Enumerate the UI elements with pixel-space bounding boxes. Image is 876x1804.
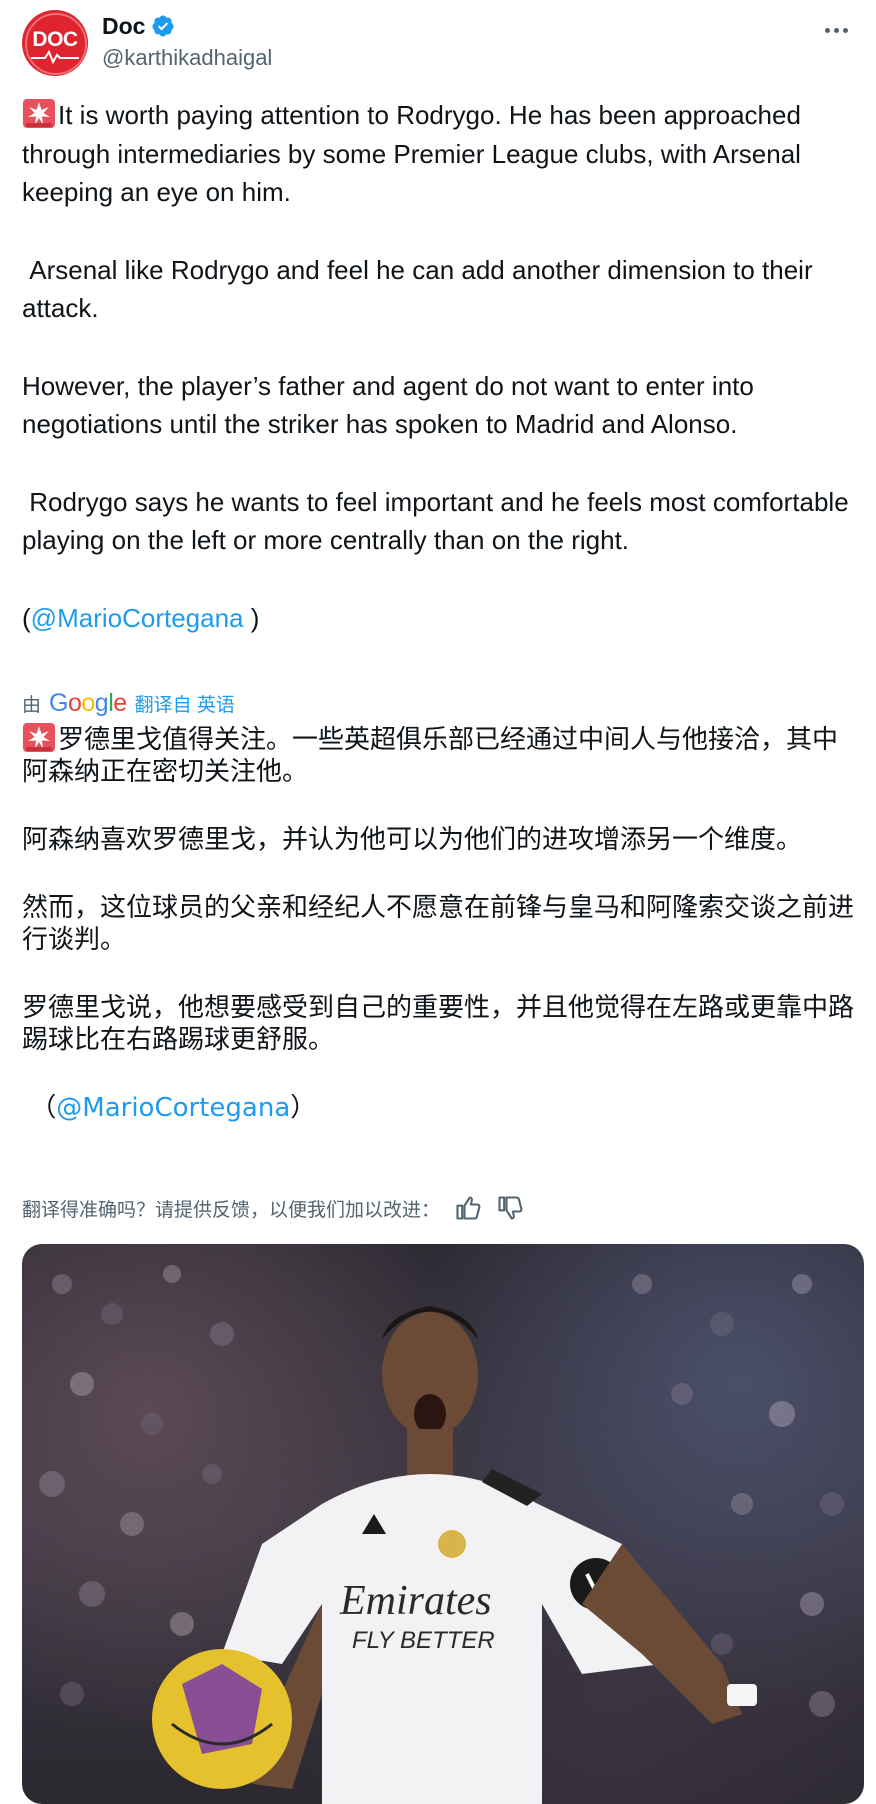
- translated-from-link[interactable]: 翻译自 英语: [135, 690, 235, 717]
- shirt-sponsor-line2: FLY BETTER: [352, 1627, 495, 1654]
- source-credit: (@MarioCortegana ): [22, 599, 862, 638]
- source-paren-open: （: [30, 1093, 57, 1123]
- paragraph-text: 罗德里戈值得关注。一些英超俱乐部已经通过中间人与他接洽，其中阿森纳正在密切关注他…: [22, 725, 839, 787]
- google-logo: Google: [49, 688, 127, 717]
- verified-badge-icon: [152, 15, 174, 37]
- translated-paragraph: 罗德里戈值得关注。一些英超俱乐部已经通过中间人与他接洽，其中阿森纳正在密切关注他…: [22, 722, 862, 788]
- translated-paragraph: 阿森纳喜欢罗德里戈，并认为他可以为他们的进攻增添另一个维度。: [22, 825, 803, 855]
- more-options-button[interactable]: [816, 16, 856, 44]
- tweet-paragraph: Arsenal like Rodrygo and feel he can add…: [22, 254, 820, 324]
- feedback-prompt: 翻译得准确吗？请提供反馈，以便我们加以改进：: [22, 1198, 441, 1221]
- rotating-light-icon: [23, 723, 55, 752]
- stadium-crowd-background: Emirates FLY BETTER: [39, 1265, 844, 1804]
- heartbeat-icon: [31, 50, 79, 64]
- translated-paragraph: 然而，这位球员的父亲和经纪人不愿意在前锋与皇马和阿隆索交谈之前进行谈判。: [22, 893, 855, 955]
- thumbs-down-icon[interactable]: [496, 1194, 524, 1222]
- translated-by-label: 由: [22, 694, 42, 716]
- mention-link[interactable]: @MarioCortegana: [31, 603, 244, 633]
- paragraph-text: It is worth paying attention to Rodrygo.…: [22, 100, 809, 207]
- shirt-sponsor-line1: Emirates: [339, 1578, 492, 1624]
- author-display-name[interactable]: Doc: [102, 13, 145, 40]
- mention-link[interactable]: @MarioCortegana: [56, 1093, 290, 1123]
- translated-paragraph: 罗德里戈说，他想要感受到自己的重要性，并且他觉得在左路或更靠中路踢球比在右路踢球…: [22, 993, 855, 1055]
- avatar-logo-text: DOC: [32, 28, 78, 51]
- translated-by-bar: 由 Google 翻译自 英语: [22, 688, 235, 718]
- translated-text: 罗德里戈值得关注。一些英超俱乐部已经通过中间人与他接洽，其中阿森纳正在密切关注他…: [22, 722, 862, 1124]
- tweet-media-photo[interactable]: Emirates FLY BETTER: [22, 1244, 864, 1804]
- more-dot-icon: [824, 27, 830, 33]
- more-dot-icon: [833, 27, 839, 33]
- source-paren-close: ）: [290, 1093, 317, 1123]
- author-name-row: Doc: [102, 12, 175, 40]
- author-handle[interactable]: @karthikadhaigal: [102, 45, 272, 71]
- tweet-text: It is worth paying attention to Rodrygo.…: [22, 96, 862, 637]
- tweet-header: DOC Doc @karthikadhaigal: [22, 10, 856, 76]
- tweet-paragraph: However, the player’s father and agent d…: [22, 370, 762, 440]
- tweet-paragraph: Rodrygo says he wants to feel important …: [22, 486, 856, 556]
- translation-feedback: 翻译得准确吗？请提供反馈，以便我们加以改进：: [22, 1190, 524, 1226]
- thumbs-up-icon[interactable]: [454, 1194, 482, 1222]
- more-dot-icon: [842, 27, 848, 33]
- source-paren-close: ): [243, 602, 260, 633]
- translated-source-credit: （@MarioCortegana）: [22, 1092, 862, 1124]
- avatar[interactable]: DOC: [22, 10, 88, 76]
- rotating-light-icon: [23, 99, 55, 128]
- source-paren-open: (: [22, 602, 31, 633]
- tweet-paragraph: It is worth paying attention to Rodrygo.…: [22, 96, 862, 212]
